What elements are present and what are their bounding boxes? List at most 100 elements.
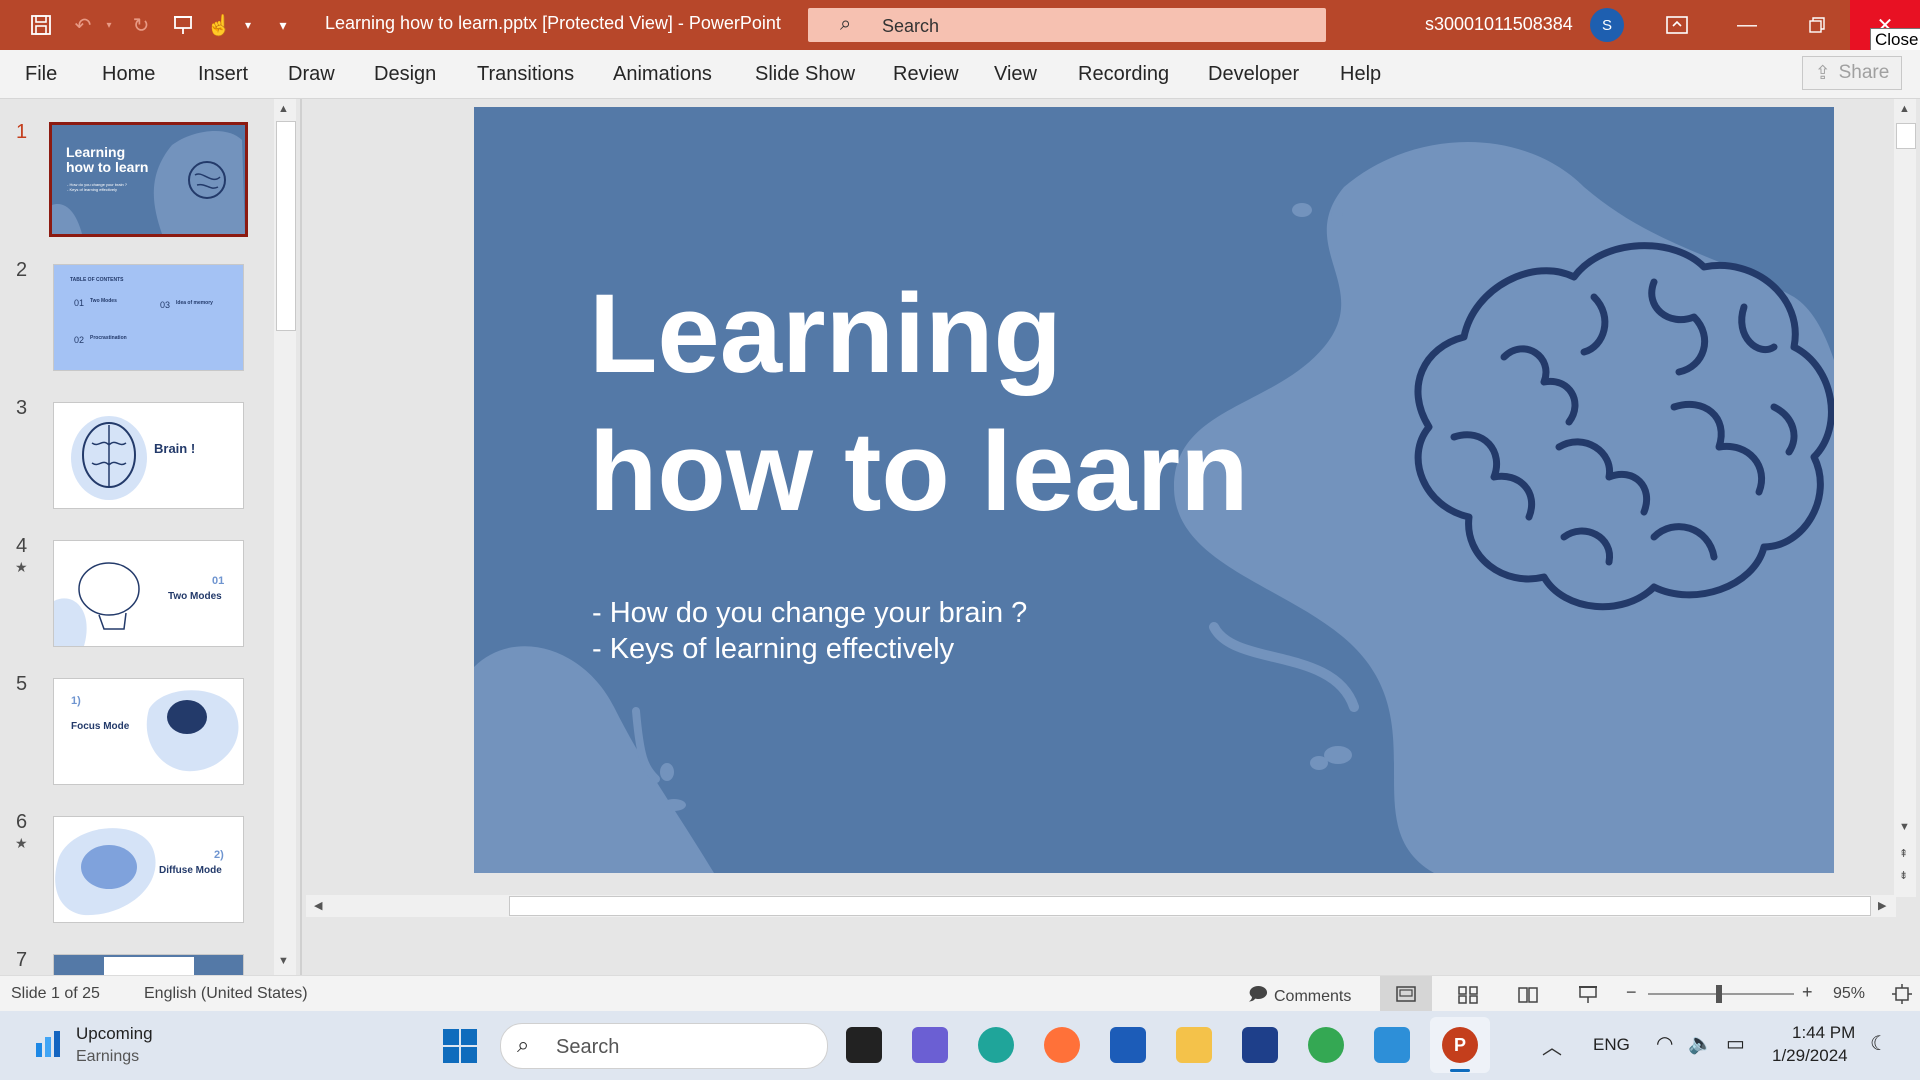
thumb-number: 6 xyxy=(16,811,28,833)
scroll-up-icon[interactable]: ▲ xyxy=(1899,103,1910,115)
thumb-toc-label: Procrastination xyxy=(90,335,127,341)
comments-button[interactable]: 🗩 Comments xyxy=(1248,982,1351,1012)
search-box[interactable]: ⌕ Search xyxy=(808,8,1326,42)
start-icon[interactable] xyxy=(443,1029,477,1063)
tab-developer[interactable]: Developer xyxy=(1208,63,1299,86)
tab-file[interactable]: File xyxy=(25,63,57,86)
fit-to-window-icon[interactable] xyxy=(1891,983,1913,1005)
zoom-out-button[interactable]: − xyxy=(1626,982,1637,1003)
redo-icon[interactable]: ↻ xyxy=(128,12,154,38)
restore-icon[interactable] xyxy=(1782,0,1852,50)
previous-slide-icon[interactable]: ⇞ xyxy=(1899,847,1908,860)
next-slide-icon[interactable]: ⇟ xyxy=(1899,869,1908,882)
tab-design[interactable]: Design xyxy=(374,63,436,86)
present-icon[interactable] xyxy=(170,12,196,38)
tab-draw[interactable]: Draw xyxy=(288,63,335,86)
pane-divider[interactable] xyxy=(300,99,302,975)
close-tooltip: Close xyxy=(1870,28,1920,52)
tab-home[interactable]: Home xyxy=(102,63,155,86)
file-explorer-icon[interactable] xyxy=(1176,1027,1212,1063)
slide-thumbnail-6[interactable]: 2) Diffuse Mode xyxy=(53,816,244,923)
tab-insert[interactable]: Insert xyxy=(198,63,248,86)
touch-dropdown-icon[interactable]: ▾ xyxy=(235,12,261,38)
edge-icon[interactable] xyxy=(978,1027,1014,1063)
slide-thumbnail-2[interactable]: TABLE OF CONTENTS 01 Two Modes 02 Procra… xyxy=(53,264,244,371)
tab-recording[interactable]: Recording xyxy=(1078,63,1169,86)
avatar[interactable]: S xyxy=(1590,8,1624,42)
teams-icon[interactable] xyxy=(912,1027,948,1063)
zoom-in-button[interactable]: + xyxy=(1802,982,1813,1003)
scroll-thumb[interactable] xyxy=(509,896,1871,916)
remote-desktop-icon[interactable] xyxy=(1242,1027,1278,1063)
account-name[interactable]: s30001011508384 xyxy=(1425,14,1573,35)
current-slide[interactable]: Learning how to learn - How do you chang… xyxy=(474,107,1834,873)
scroll-thumb[interactable] xyxy=(1896,123,1916,149)
tab-view[interactable]: View xyxy=(994,63,1037,86)
slide-thumbnail-7[interactable] xyxy=(53,954,244,975)
input-language[interactable]: ENG xyxy=(1593,1035,1630,1055)
slide-counter[interactable]: Slide 1 of 25 xyxy=(11,985,100,1003)
clock-time[interactable]: 1:44 PM xyxy=(1792,1023,1855,1043)
thumb-number: 1 xyxy=(16,121,28,143)
slide-thumbnail-3[interactable]: Brain ! xyxy=(53,402,244,509)
slide-title-line: how to learn xyxy=(589,409,1249,534)
powerpoint-taskbar-button[interactable]: P xyxy=(1430,1017,1490,1073)
thumb-number-label: 2) xyxy=(214,849,224,861)
minimize-icon[interactable]: — xyxy=(1712,0,1782,50)
wifi-icon[interactable]: ◠ xyxy=(1656,1031,1673,1056)
scroll-up-icon[interactable]: ▲ xyxy=(278,103,289,115)
scroll-left-icon[interactable]: ◀ xyxy=(314,899,322,912)
zoom-slider[interactable] xyxy=(1648,985,1794,1003)
clock-date[interactable]: 1/29/2024 xyxy=(1772,1046,1848,1066)
comment-icon: 🗩 xyxy=(1248,984,1268,1004)
chrome-icon[interactable] xyxy=(1308,1027,1344,1063)
share-button[interactable]: ⇪ Share xyxy=(1802,56,1902,90)
tab-transitions[interactable]: Transitions xyxy=(477,63,574,86)
scroll-down-icon[interactable]: ▼ xyxy=(278,955,289,967)
slide-thumbnail-1[interactable]: Learning how to learn - How do you chang… xyxy=(49,122,248,237)
weather-widget-icon[interactable] xyxy=(34,1029,62,1059)
slide-thumbnail-4[interactable]: 01 Two Modes xyxy=(53,540,244,647)
slide-subtitle[interactable]: - How do you change your brain ? - Keys … xyxy=(592,595,1027,667)
taskbar-search[interactable]: ⌕ Search xyxy=(500,1023,828,1069)
widget-title[interactable]: Upcoming xyxy=(76,1024,153,1044)
photos-icon[interactable] xyxy=(1374,1027,1410,1063)
thumbnail-scrollbar[interactable]: ▲ ▼ xyxy=(274,99,296,975)
ribbon-display-icon[interactable] xyxy=(1642,0,1712,50)
slide-thumbnail-pane: 1 Learning how to learn - How do you cha… xyxy=(0,99,300,975)
moon-icon[interactable]: ☾ xyxy=(1870,1031,1888,1056)
widget-subtitle[interactable]: Earnings xyxy=(76,1048,139,1066)
undo-dropdown-icon[interactable]: ▾ xyxy=(96,12,122,38)
tab-help[interactable]: Help xyxy=(1340,63,1381,86)
tab-review[interactable]: Review xyxy=(893,63,959,86)
undo-icon[interactable]: ↶ xyxy=(70,12,96,38)
reading-view-icon[interactable] xyxy=(1518,986,1538,1004)
volume-icon[interactable]: 🔈 xyxy=(1688,1031,1713,1056)
store-icon[interactable] xyxy=(1110,1027,1146,1063)
task-view-icon[interactable] xyxy=(846,1027,882,1063)
firefox-icon[interactable] xyxy=(1044,1027,1080,1063)
zoom-level[interactable]: 95% xyxy=(1833,985,1865,1003)
slide-horizontal-scrollbar[interactable]: ◀ ▶ xyxy=(306,895,1896,917)
scroll-down-icon[interactable]: ▼ xyxy=(1899,821,1910,833)
tab-slide-show[interactable]: Slide Show xyxy=(755,63,855,86)
normal-view-button[interactable] xyxy=(1380,976,1432,1012)
chevron-up-icon[interactable]: ︿ xyxy=(1542,1031,1562,1060)
zoom-slider-thumb[interactable] xyxy=(1716,985,1722,1003)
slide-sorter-icon[interactable] xyxy=(1458,986,1478,1004)
thumb-toc-label: Two Modes xyxy=(90,298,117,304)
save-icon[interactable] xyxy=(28,12,54,38)
slideshow-view-icon[interactable] xyxy=(1578,984,1598,1004)
tab-animations[interactable]: Animations xyxy=(613,63,712,86)
battery-icon[interactable]: ▭ xyxy=(1726,1031,1745,1056)
scroll-thumb[interactable] xyxy=(276,121,296,331)
slide-title[interactable]: Learning how to learn xyxy=(589,265,1249,541)
language-indicator[interactable]: English (United States) xyxy=(144,985,308,1003)
slide-thumbnail-5[interactable]: 1) Focus Mode xyxy=(53,678,244,785)
normal-view-icon xyxy=(1396,986,1416,1002)
customize-toolbar-icon[interactable]: ▾ xyxy=(270,12,296,38)
active-indicator xyxy=(1450,1069,1470,1072)
slide-vertical-scrollbar[interactable]: ▲ ▼ ⇞ ⇟ xyxy=(1894,99,1916,897)
scroll-right-icon[interactable]: ▶ xyxy=(1878,899,1886,912)
touch-mode-icon[interactable]: ☝ xyxy=(206,12,232,38)
